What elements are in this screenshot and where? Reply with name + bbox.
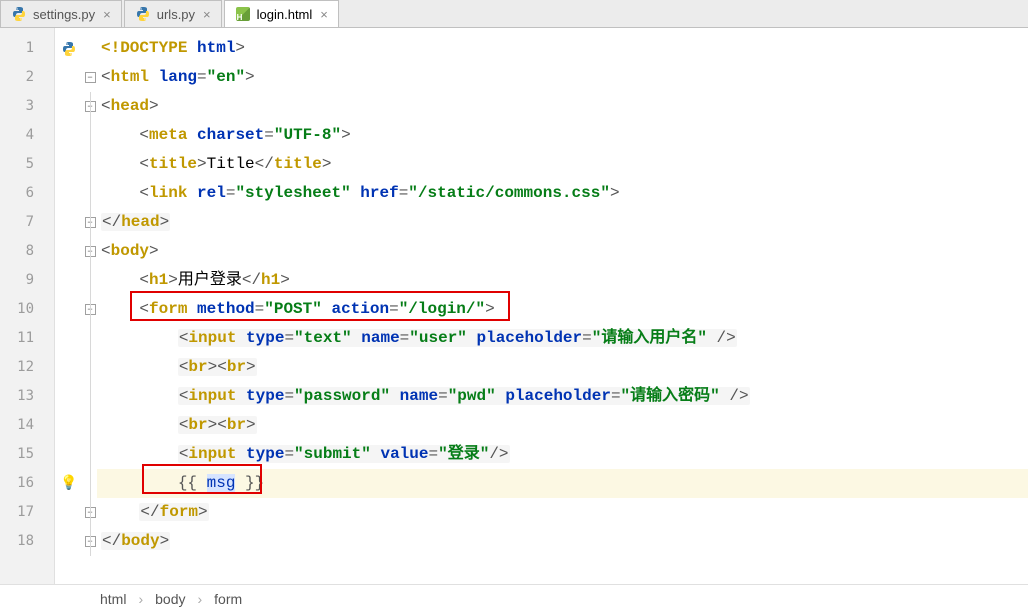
lightbulb-icon[interactable]: 💡 <box>60 475 77 492</box>
tab-label: settings.py <box>33 7 95 22</box>
code-line: <br><br> <box>97 353 1028 382</box>
fold-icon[interactable]: − <box>85 72 96 83</box>
line-number-gutter: 1 2 3 4 5 6 7 8 9 10 11 12 13 14 15 16 1… <box>0 28 55 584</box>
fold-gutter: − − − − − − − <box>83 28 97 584</box>
tab-bar: settings.py × urls.py × login.html × <box>0 0 1028 28</box>
code-line-current: {{ msg }} <box>97 469 1028 498</box>
code-line: <link rel="stylesheet" href="/static/com… <box>97 179 1028 208</box>
code-line: <body> <box>97 237 1028 266</box>
code-line: <meta charset="UTF-8"> <box>97 121 1028 150</box>
chevron-right-icon: › <box>138 591 143 607</box>
breadcrumb-bar: html › body › form <box>0 584 1028 612</box>
code-line: <br><br> <box>97 411 1028 440</box>
tab-urls-py[interactable]: urls.py × <box>124 0 222 27</box>
tab-settings-py[interactable]: settings.py × <box>0 0 122 27</box>
close-icon[interactable]: × <box>103 7 111 22</box>
tab-label: urls.py <box>157 7 195 22</box>
code-line: <title>Title</title> <box>97 150 1028 179</box>
code-line: </body> <box>97 527 1028 556</box>
code-line: <input type="submit" value="登录"/> <box>97 440 1028 469</box>
code-line: <input type="text" name="user" placehold… <box>97 324 1028 353</box>
code-line: <input type="password" name="pwd" placeh… <box>97 382 1028 411</box>
python-icon <box>11 6 27 22</box>
code-line: </head> <box>97 208 1028 237</box>
close-icon[interactable]: × <box>320 7 328 22</box>
code-area[interactable]: <!DOCTYPE html> <html lang="en"> <head> … <box>97 28 1028 584</box>
breadcrumb-item[interactable]: html <box>100 591 126 607</box>
chevron-right-icon: › <box>197 591 202 607</box>
code-editor[interactable]: 1 2 3 4 5 6 7 8 9 10 11 12 13 14 15 16 1… <box>0 28 1028 584</box>
breadcrumb-item[interactable]: form <box>214 591 242 607</box>
code-line: <!DOCTYPE html> <box>97 34 1028 63</box>
code-line: </form> <box>97 498 1028 527</box>
code-line: <head> <box>97 92 1028 121</box>
python-icon <box>61 41 77 57</box>
code-line: <form method="POST" action="/login/"> <box>97 295 1028 324</box>
html-icon <box>235 6 251 22</box>
tab-login-html[interactable]: login.html × <box>224 0 339 27</box>
breadcrumb-item[interactable]: body <box>155 591 185 607</box>
tab-label: login.html <box>257 7 313 22</box>
code-line: <html lang="en"> <box>97 63 1028 92</box>
close-icon[interactable]: × <box>203 7 211 22</box>
gutter-icons: 💡 <box>55 28 83 584</box>
python-icon <box>135 6 151 22</box>
code-line: <h1>用户登录</h1> <box>97 266 1028 295</box>
